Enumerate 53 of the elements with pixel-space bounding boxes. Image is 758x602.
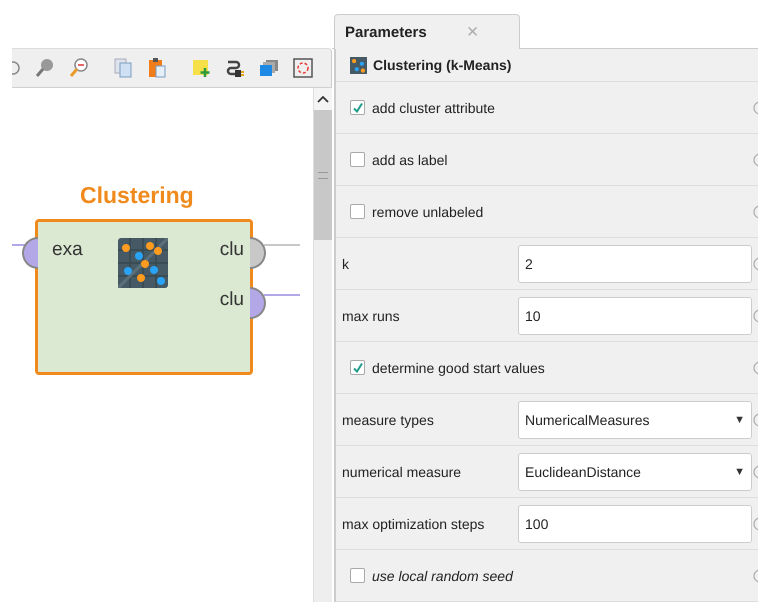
parameter-label: max runs [342,308,401,324]
checkbox[interactable] [350,204,365,219]
help-icon[interactable] [753,360,758,374]
help-icon[interactable] [753,204,758,218]
help-icon[interactable] [753,152,758,166]
parameter-label: add as label [372,152,449,168]
help-icon[interactable] [753,568,758,582]
parameter-label: measure types [342,412,435,428]
operator-node[interactable] [35,219,253,375]
parameter-label: use local random seed [372,568,514,584]
operator-title: Clustering (k-Means) [373,57,512,73]
help-icon[interactable] [753,100,758,114]
input-field[interactable]: 2 [518,244,752,282]
parameter-label: max optimization steps [342,516,486,532]
dropdown[interactable]: EuclideanDistance ▼ [518,452,752,490]
parameter-label: add cluster attribute [372,100,496,116]
help-icon[interactable] [753,308,758,322]
help-icon[interactable] [753,412,758,426]
scatter-plot-icon [350,56,367,74]
parameters-tab[interactable]: Parameters × [334,14,520,49]
input-field[interactable]: 100 [518,504,752,542]
output-port[interactable] [250,287,266,319]
port-label: clu [220,239,244,261]
scroll-thumb[interactable] [314,110,332,240]
checkbox[interactable] [350,568,365,583]
add-note-icon[interactable] [190,57,212,79]
windows-icon[interactable] [258,57,280,79]
parameter-label: numerical measure [342,464,462,480]
dropdown[interactable]: NumericalMeasures ▼ [518,400,752,438]
input-port[interactable] [22,237,38,269]
help-icon[interactable] [753,464,758,478]
zoom-out-icon[interactable] [68,57,90,79]
parameter-label: determine good start values [372,360,546,376]
operator-name: Clustering [80,182,194,209]
scrollbar[interactable] [313,88,332,602]
checkbox[interactable] [350,152,365,167]
zoom-reset-icon[interactable] [12,59,22,77]
parameter-label: remove unlabeled [372,204,484,220]
scroll-up-icon[interactable] [314,88,332,110]
copy-icon[interactable] [112,57,134,79]
checkbox[interactable] [350,100,365,115]
parameter-label: k [342,256,350,272]
input-field[interactable]: 10 [518,296,752,334]
fit-to-view-icon[interactable] [292,57,314,79]
zoom-in-icon[interactable] [34,57,56,79]
output-port[interactable] [250,237,266,269]
port-label: clu [220,289,244,311]
scatter-plot-icon [118,238,168,288]
port-label: exa [52,239,83,261]
help-icon[interactable] [753,256,758,270]
checkbox[interactable] [350,360,365,375]
paste-icon[interactable] [146,57,168,79]
help-icon[interactable] [753,516,758,530]
